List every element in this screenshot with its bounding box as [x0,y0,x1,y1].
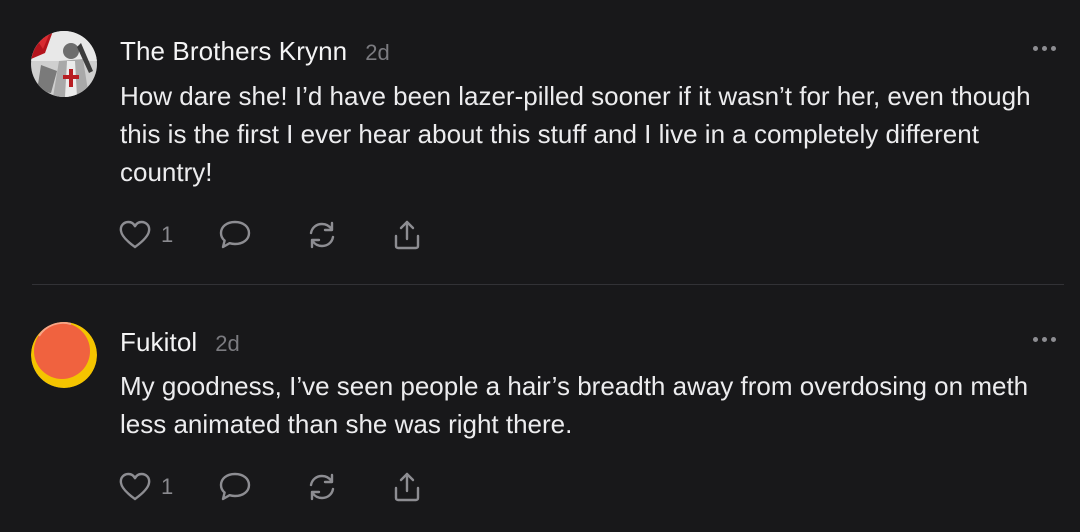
like-button[interactable]: 1 [118,471,173,503]
reply-button[interactable] [217,218,253,252]
comment-text: My goodness, I’ve seen people a hair’s b… [120,371,1029,439]
avatar[interactable] [31,322,97,388]
heart-icon [119,220,151,249]
like-count: 1 [161,474,174,499]
heart-icon [119,472,151,501]
like-count: 1 [161,222,174,247]
comment-header: Fukitol 2d [120,327,240,358]
comment-header: The Brothers Krynn 2d [120,36,390,67]
share-button[interactable] [391,470,423,504]
comment-icon [220,220,251,249]
more-icon[interactable] [1033,337,1056,342]
comment-text: How dare she! I’d have been lazer-pilled… [120,81,1031,187]
reply-button[interactable] [217,470,253,504]
author-name[interactable]: The Brothers Krynn [120,36,347,67]
action-bar: 1 [118,218,423,252]
restack-icon [310,473,335,501]
timestamp: 2d [215,331,240,356]
comment: The Brothers Krynn 2d How dare she! I’d … [0,0,1080,284]
restack-button[interactable] [305,218,339,252]
like-button[interactable]: 1 [118,219,173,251]
avatar[interactable] [31,31,97,97]
share-button[interactable] [391,218,423,252]
comment-icon [220,472,251,501]
comment: Fukitol 2d My goodness, I’ve seen people… [0,285,1080,532]
restack-icon [310,221,335,249]
share-icon [395,472,420,502]
share-icon [395,220,420,250]
author-name[interactable]: Fukitol [120,327,197,358]
restack-button[interactable] [305,470,339,504]
action-bar: 1 [118,470,423,504]
timestamp: 2d [365,40,390,65]
more-icon[interactable] [1033,46,1056,51]
